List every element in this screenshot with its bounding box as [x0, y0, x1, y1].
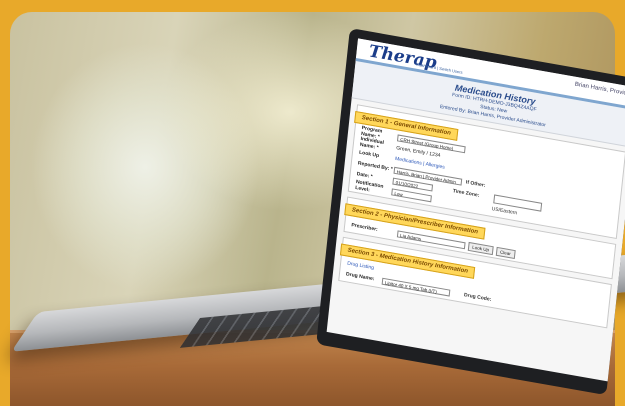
lookup-button[interactable]: Look Up	[467, 241, 494, 255]
laptop-lid: Therap Dashboard | Switch Users Brian Ha…	[316, 28, 625, 396]
prescriber-label: Prescriber:	[350, 222, 379, 233]
drug-name-label: Drug Name:	[345, 271, 375, 283]
laptop-screen: Therap Dashboard | Switch Users Brian Ha…	[326, 38, 625, 382]
timezone-label: Time Zone:	[452, 188, 480, 199]
clear-button[interactable]: Clear	[495, 246, 516, 259]
drug-code-label: Drug Code:	[463, 292, 492, 303]
timezone-value: US/Eastern	[491, 206, 518, 217]
other-label: If Other:	[465, 179, 486, 189]
user-name[interactable]: Brian Harris, Provider	[575, 82, 625, 98]
drug-listing-link[interactable]: Drug Listing	[347, 261, 374, 272]
